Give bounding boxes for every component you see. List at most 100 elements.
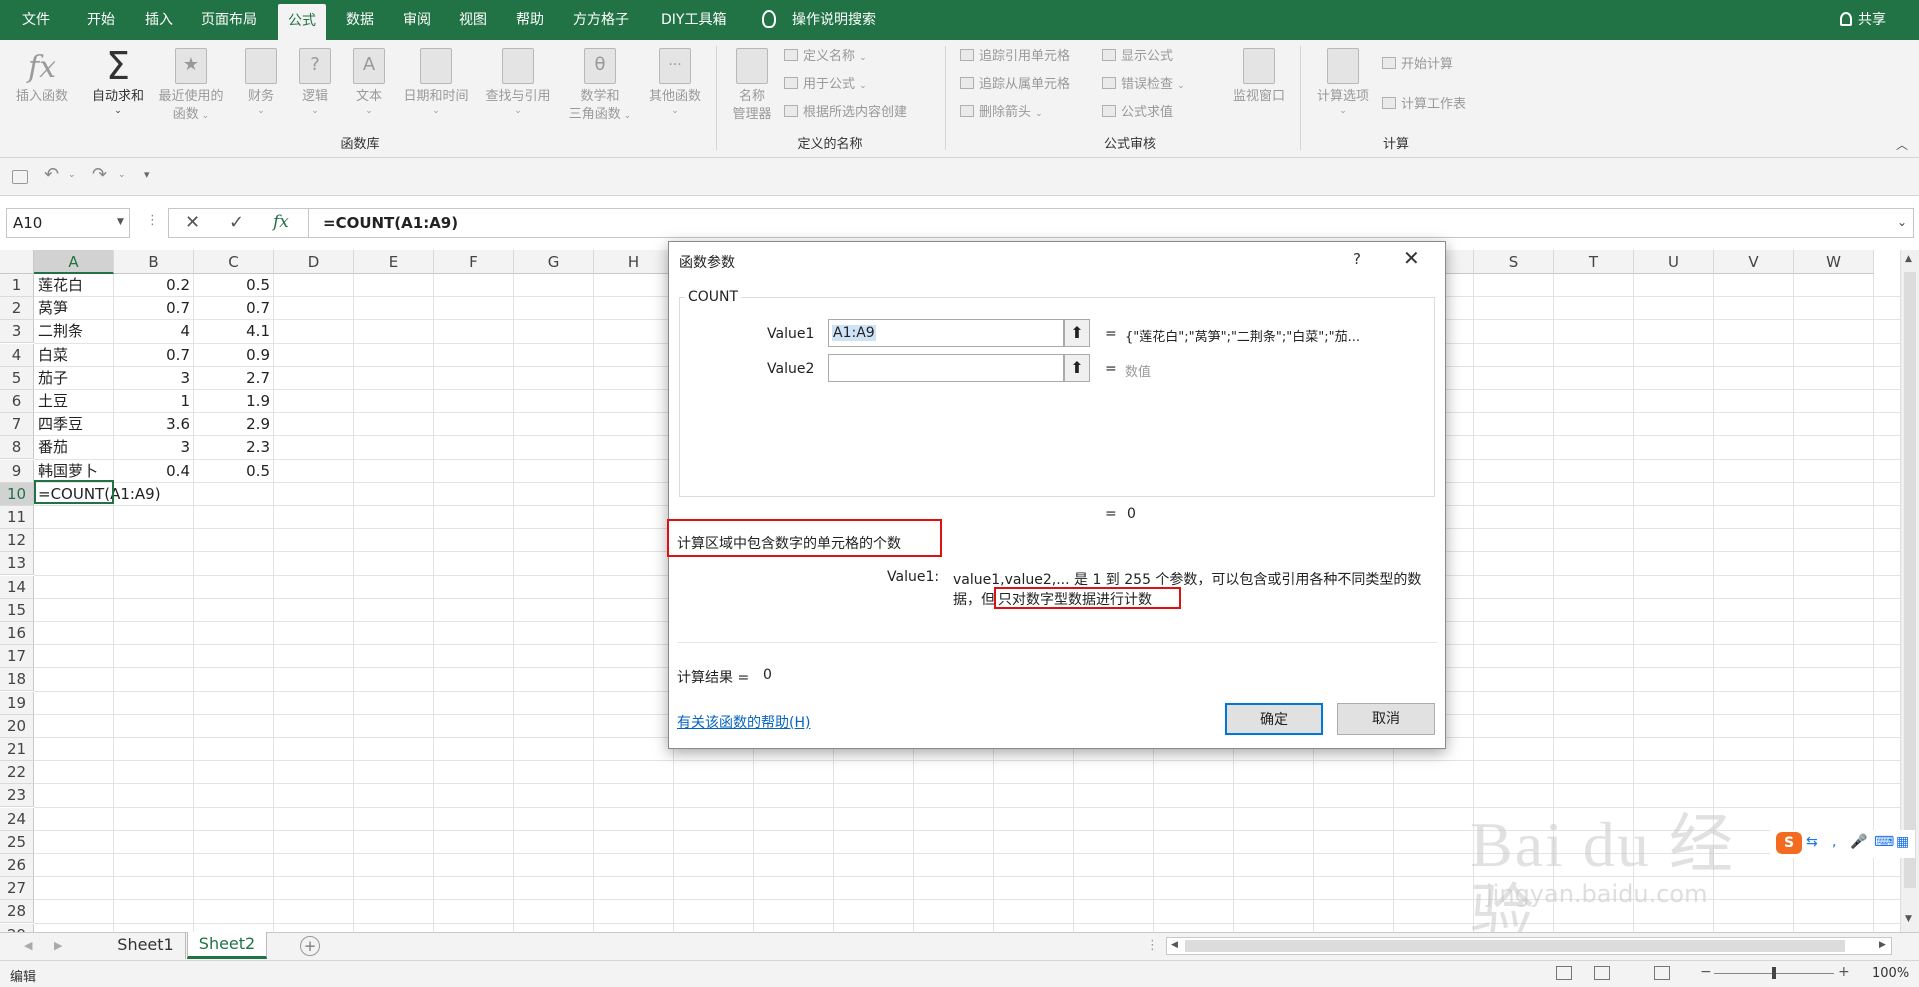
tab-home[interactable]: 开始 [87,0,115,40]
name-box[interactable]: A10 ▼ [6,208,130,238]
row-header[interactable]: 24 [0,807,34,831]
cell-b5[interactable]: 3 [114,367,190,390]
prev-sheet-icon[interactable]: ◀ [24,939,32,952]
row-header[interactable]: 6 [0,390,34,413]
customize-qat-icon[interactable]: ▾ [144,168,150,181]
redo-icon[interactable]: ↷ [92,164,107,185]
trace-precedents-button[interactable]: 追踪引用单元格 [960,46,1070,68]
row-header[interactable]: 15 [0,598,34,622]
row-header[interactable]: 18 [0,668,34,692]
row-header[interactable]: 25 [0,830,34,854]
logical-button[interactable]: ? 逻辑 ⌄ [290,48,340,116]
cell-c8[interactable]: 2.3 [194,436,270,459]
row-header[interactable]: 11 [0,506,34,529]
horizontal-scrollbar[interactable]: ◀ ▶ [1166,937,1892,955]
row-header[interactable]: 8 [0,436,34,460]
row-header[interactable]: 16 [0,622,34,645]
column-header[interactable]: V [1714,250,1794,274]
save-icon[interactable] [12,170,28,184]
name-manager-button[interactable]: 名称 管理器 [724,48,780,124]
cell-c5[interactable]: 2.7 [194,367,270,390]
scroll-right-icon[interactable]: ▶ [1879,940,1886,950]
select-all-corner[interactable] [0,250,34,274]
cell-b3[interactable]: 4 [114,320,190,343]
splitter-dots-icon[interactable]: ⋮ [1146,938,1159,953]
text-button[interactable]: A 文本 ⌄ [344,48,394,116]
more-functions-button[interactable]: ··· 其他函数 ⌄ [640,48,710,116]
row-header[interactable]: 14 [0,575,34,599]
sheet-tab-sheet1[interactable]: Sheet1 [106,933,186,959]
collapse-ribbon-icon[interactable]: ︿ [1896,136,1908,153]
autosum-button[interactable]: Σ 自动求和 ⌄ [84,44,152,116]
insert-function-fx-icon[interactable]: fx [273,212,289,232]
page-break-view-icon[interactable] [1654,966,1670,980]
scroll-left-icon[interactable]: ◀ [1171,940,1178,950]
create-from-selection-button[interactable]: 根据所选内容创建 [784,102,907,124]
ime-mode-icon[interactable]: ⇆ [1806,834,1818,850]
define-name-button[interactable]: 定义名称 ⌄ [784,46,867,69]
cell-b7[interactable]: 3.6 [114,413,190,436]
datetime-button[interactable]: 日期和时间 ⌄ [398,48,474,116]
row-header[interactable]: 23 [0,784,34,808]
error-checking-button[interactable]: 错误检查 ⌄ [1102,74,1185,97]
sogou-s-icon[interactable]: S [1776,832,1802,854]
cell-c3[interactable]: 4.1 [194,320,270,343]
chevron-down-icon[interactable]: ⌄ [118,170,126,180]
zoom-in-icon[interactable]: + [1838,964,1850,980]
formula-input[interactable]: =COUNT(A1:A9) ⌄ [308,208,1914,238]
calc-options-button[interactable]: 计算选项 ⌄ [1308,48,1378,116]
row-header[interactable]: 28 [0,900,34,924]
page-layout-view-icon[interactable] [1594,966,1610,980]
recent-functions-button[interactable]: ★ 最近使用的 函数 ⌄ [152,48,230,125]
use-in-formula-button[interactable]: 用于公式 ⌄ [784,74,867,97]
calculate-now-button[interactable]: 开始计算 [1382,54,1453,76]
trace-dependents-button[interactable]: 追踪从属单元格 [960,74,1070,96]
undo-icon[interactable]: ↶ [44,164,59,185]
microphone-icon[interactable]: 🎤 [1850,834,1867,850]
remove-arrows-button[interactable]: 删除箭头 ⌄ [960,102,1043,125]
cell-b2[interactable]: 0.7 [114,297,190,320]
watch-window-button[interactable]: 监视窗口 [1224,48,1294,106]
expand-formula-icon[interactable]: ⌄ [1897,215,1907,229]
row-header[interactable]: 26 [0,854,34,877]
column-header[interactable]: B [114,250,194,274]
row-header[interactable]: 5 [0,366,34,390]
cancel-button[interactable]: 取消 [1337,703,1435,735]
column-header[interactable]: W [1794,250,1874,274]
tab-diy-toolbox[interactable]: DIY工具箱 [661,0,726,40]
cell-b6[interactable]: 1 [114,390,190,413]
column-header[interactable]: C [194,250,274,274]
tab-insert[interactable]: 插入 [145,0,173,40]
function-help-link[interactable]: 有关该函数的帮助(H) [677,712,810,732]
column-header[interactable]: D [274,250,354,274]
tab-review[interactable]: 审阅 [403,0,431,40]
column-header[interactable]: H [594,250,674,274]
cancel-x-icon[interactable]: ✕ [185,212,200,233]
row-header[interactable]: 20 [0,714,34,738]
value2-collapse-ref-icon[interactable]: ⬆ [1064,354,1090,382]
financial-button[interactable]: 财务 ⌄ [236,48,286,116]
zoom-level[interactable]: 100% [1872,966,1909,981]
cell-c4[interactable]: 0.9 [194,344,270,367]
column-header[interactable]: E [354,250,434,274]
row-header[interactable]: 4 [0,343,34,367]
scroll-thumb[interactable] [1904,272,1916,888]
zoom-out-icon[interactable]: − [1700,964,1712,980]
tell-me-search[interactable]: 操作说明搜索 [792,0,876,40]
share-button[interactable]: 共享 [1858,0,1886,40]
chevron-down-icon[interactable]: ⌄ [68,170,76,180]
grid-apps-icon[interactable]: ▦ [1896,834,1909,850]
calculate-sheet-button[interactable]: 计算工作表 [1382,94,1466,116]
cell-b8[interactable]: 3 [114,436,190,459]
ime-punct-icon[interactable]: , [1832,834,1836,850]
row-header[interactable]: 13 [0,552,34,576]
row-header[interactable]: 7 [0,413,34,437]
show-formulas-button[interactable]: 显示公式 [1102,46,1173,68]
zoom-slider-thumb[interactable] [1772,967,1776,979]
tab-fangfang[interactable]: 方方格子 [573,0,629,40]
ok-button[interactable]: 确定 [1225,703,1323,735]
enter-check-icon[interactable]: ✓ [229,212,244,233]
row-header[interactable]: 1 [0,274,34,297]
row-header[interactable]: 17 [0,645,34,669]
value1-collapse-ref-icon[interactable]: ⬆ [1064,319,1090,347]
